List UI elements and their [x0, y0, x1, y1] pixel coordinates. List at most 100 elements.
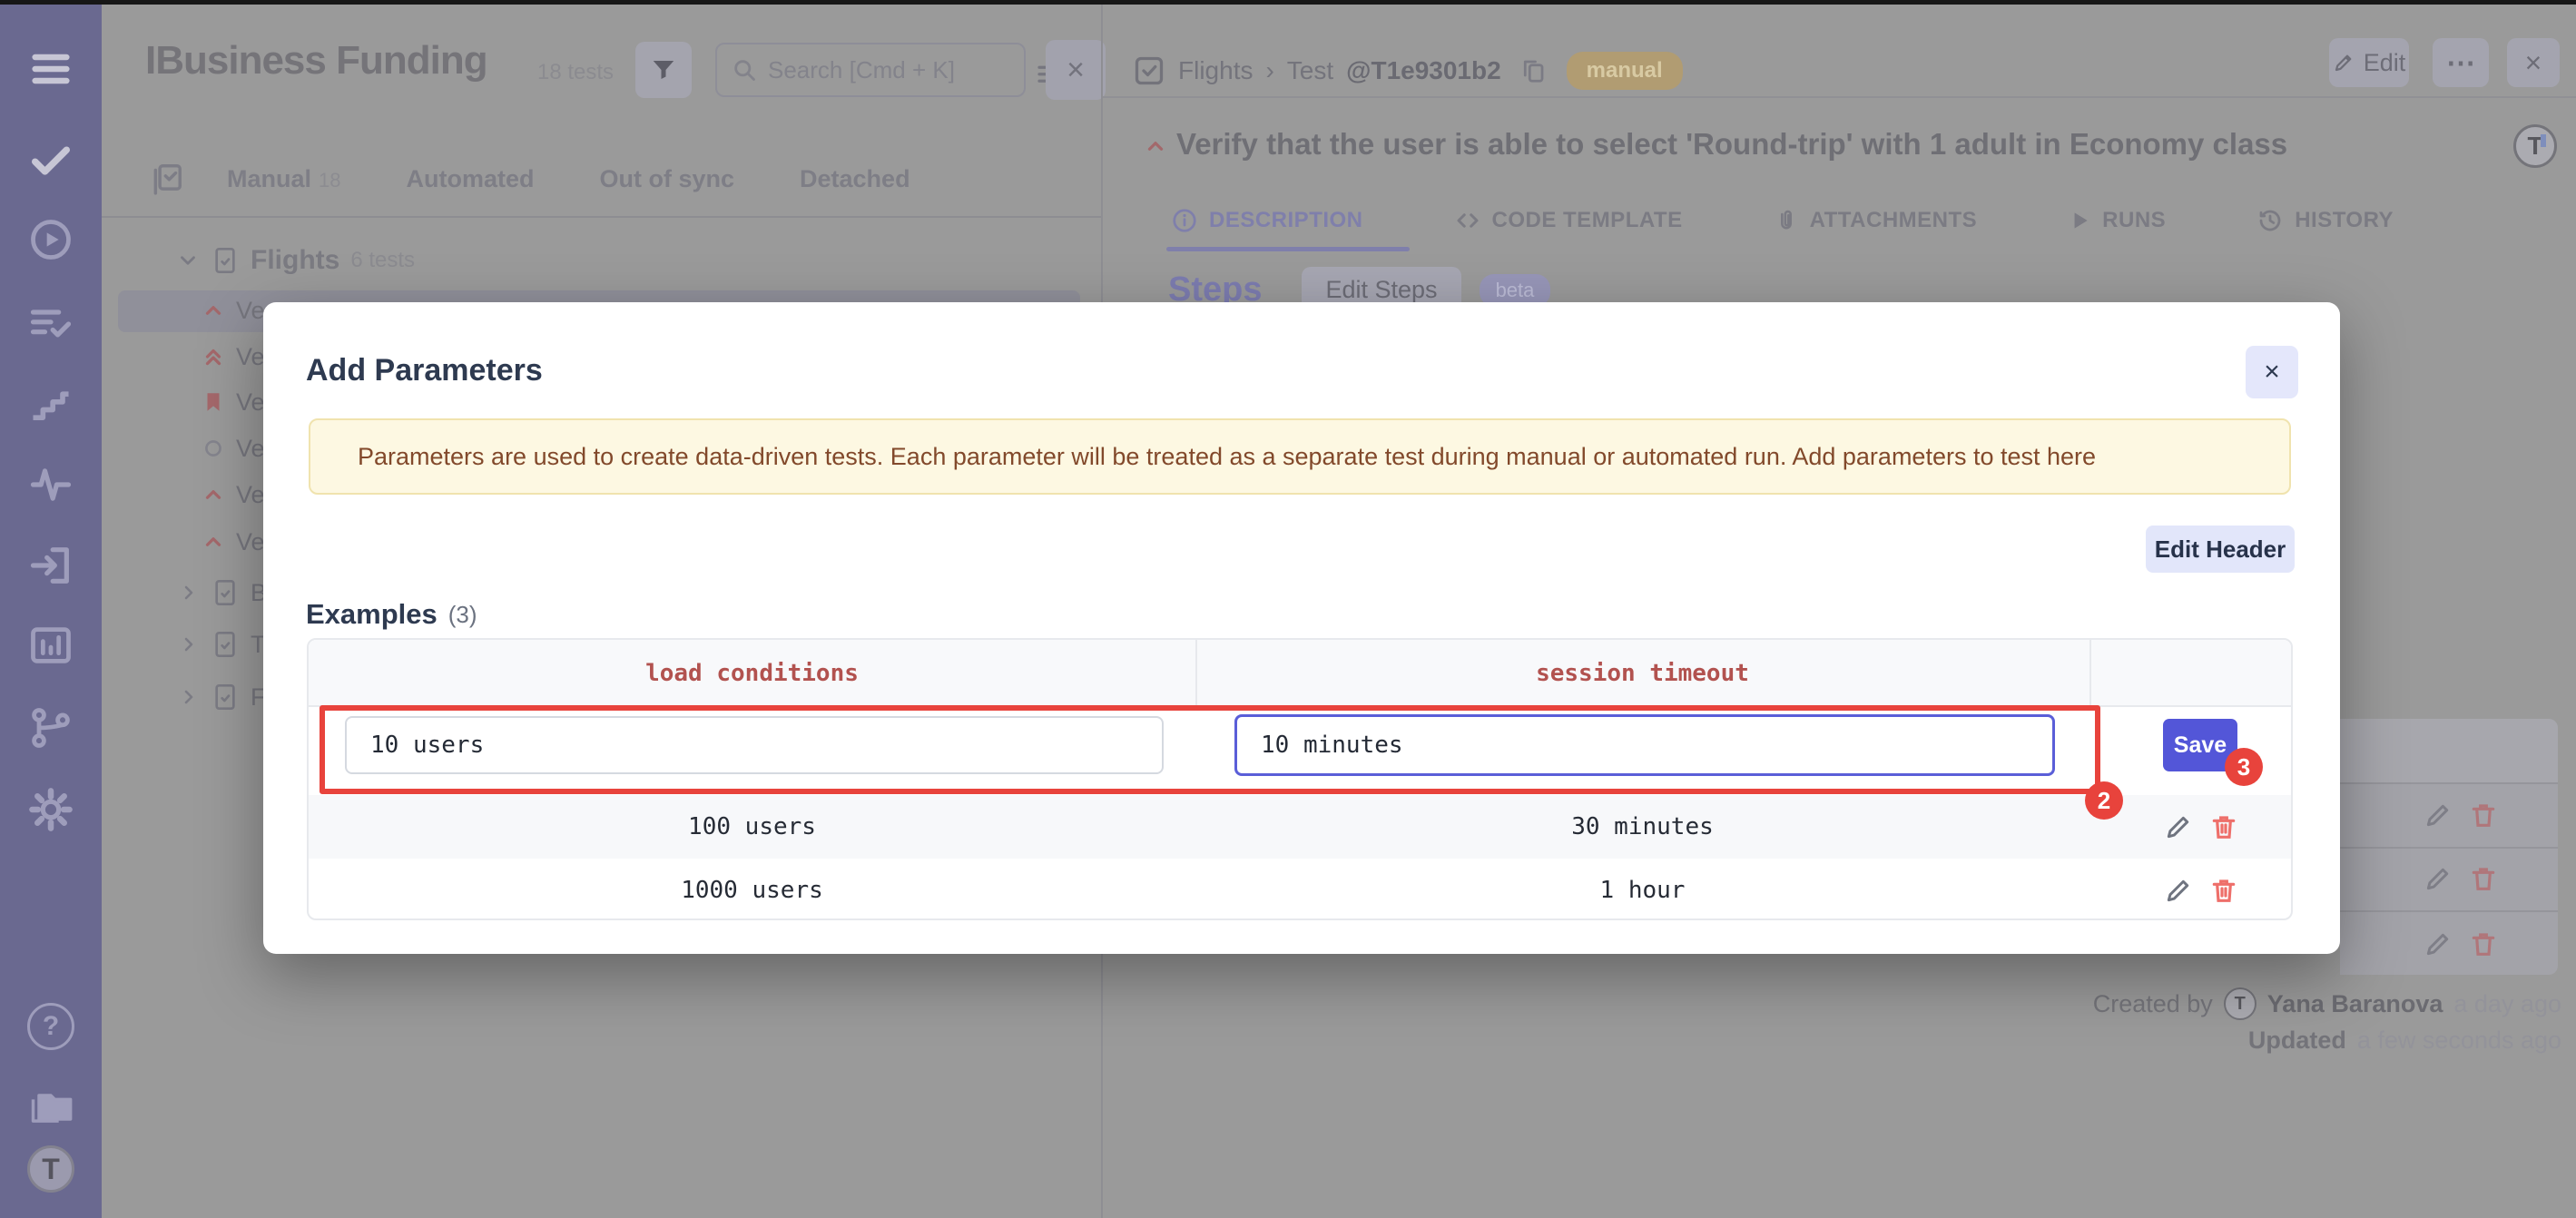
runs-play-icon[interactable] [27, 216, 74, 263]
help-question-icon[interactable]: ? [27, 1003, 74, 1050]
tab-attachments[interactable]: ATTACHMENTS [1774, 208, 1978, 233]
chevron-right-icon[interactable] [178, 686, 200, 708]
tab-count: 18 [319, 168, 341, 192]
save-label: Save [2173, 732, 2227, 758]
copy-icon[interactable] [1519, 57, 1547, 84]
edit-row-icon[interactable] [2164, 812, 2193, 841]
tab-history[interactable]: HISTORY [2256, 207, 2394, 234]
tab-automated[interactable]: Automated [407, 165, 535, 193]
filter-button[interactable] [635, 42, 692, 98]
tab-label: RUNS [2102, 208, 2167, 232]
search-input[interactable] [768, 55, 995, 84]
import-login-icon[interactable] [27, 542, 74, 589]
row-separator [2340, 847, 2558, 849]
type-badge: manual [1566, 52, 1683, 90]
cell-session-timeout: 1 hour [1599, 877, 1686, 904]
testomat-logo[interactable]: T [27, 1145, 74, 1193]
chevron-right-icon[interactable] [178, 634, 200, 655]
edit-test-button[interactable]: Edit [2329, 38, 2409, 87]
tabs-divider [102, 216, 1101, 218]
examples-heading: Examples (3) [306, 598, 477, 631]
branches-git-icon[interactable] [27, 704, 74, 751]
breadcrumb-suite[interactable]: Flights [1178, 56, 1253, 85]
add-parameters-modal: Add Parameters × Parameters are used to … [263, 302, 2340, 954]
bookmark-icon [207, 393, 220, 411]
edit-row-icon[interactable] [2424, 801, 2453, 830]
ellipsis-icon: ⋯ [2446, 46, 2475, 79]
tab-runs[interactable]: RUNS [2068, 208, 2166, 233]
info-icon [1173, 209, 1196, 232]
folder-count: 6 tests [350, 248, 416, 272]
tab-label: Out of sync [599, 164, 735, 192]
tree-test-item[interactable]: Ver [202, 334, 273, 379]
search-icon [734, 60, 755, 81]
close-icon: × [2524, 45, 2542, 79]
chevron-down-icon[interactable] [176, 249, 200, 272]
tree-test-item[interactable]: Ver [202, 472, 273, 517]
breadcrumb: Flights › Test @T1e9301b2 manual [1133, 51, 1683, 91]
analytics-pulse-icon[interactable] [27, 461, 74, 508]
column-header: session timeout [1536, 660, 1749, 687]
projects-folders-icon[interactable] [27, 1084, 74, 1131]
clear-search-button[interactable]: × [1046, 40, 1106, 100]
search-box [715, 43, 1026, 97]
tree-test-item[interactable]: Ver [202, 288, 273, 333]
tree-folder-flights[interactable]: Flights 6 tests [176, 238, 415, 283]
tree-test-item[interactable]: Ver [202, 379, 273, 425]
code-icon [1457, 213, 1479, 228]
breadcrumb-item: Test [1286, 56, 1334, 84]
annotation-badge-2: 2 [2085, 781, 2123, 820]
created-time: a day ago [2453, 989, 2561, 1017]
more-actions-button[interactable]: ⋯ [2433, 38, 2489, 87]
steps-stairs-icon[interactable] [27, 380, 74, 427]
logo-letter: T [42, 1152, 60, 1185]
window-top-edge [0, 0, 2576, 5]
tab-label: HISTORY [2295, 208, 2394, 232]
tab-out-of-sync[interactable]: Out of sync [600, 165, 735, 193]
tests-check-icon[interactable] [27, 136, 74, 183]
test-detail-pane: Flights › Test @T1e9301b2 manual Edit ⋯ … [0, 0, 2576, 1054]
bulk-select-icon[interactable] [150, 162, 184, 196]
background-table-header [2340, 719, 2558, 782]
delete-row-icon[interactable] [2469, 929, 2498, 958]
info-banner: Parameters are used to create data-drive… [309, 418, 2291, 495]
suite-doc-icon [215, 632, 235, 657]
tree-test-item[interactable]: Ver [202, 519, 273, 565]
delete-row-icon[interactable] [2209, 812, 2238, 841]
delete-row-icon[interactable] [2209, 876, 2238, 905]
tab-description[interactable]: DESCRIPTION [1171, 207, 1363, 234]
test-plans-list-icon[interactable] [27, 300, 74, 348]
close-test-button[interactable]: × [2507, 38, 2560, 87]
created-by-line: Created by T Yana Baranova a day ago [2093, 986, 2561, 1022]
active-tab-underline [1166, 247, 1410, 251]
tab-detached[interactable]: Detached [800, 165, 910, 193]
row-separator [2340, 782, 2558, 784]
edit-row-icon[interactable] [2424, 929, 2453, 958]
load-conditions-input[interactable] [345, 716, 1164, 774]
hamburger-menu-icon[interactable] [27, 45, 74, 93]
tests-count: 18 tests [537, 60, 615, 84]
modal-close-button[interactable]: × [2246, 346, 2298, 398]
delete-row-icon[interactable] [2469, 864, 2498, 893]
row-separator [2340, 910, 2558, 912]
tab-manual[interactable]: Manual 18 [227, 165, 341, 193]
session-timeout-input[interactable] [1234, 714, 2055, 776]
test-id: @T1e9301b2 [1346, 56, 1501, 84]
edit-row-icon[interactable] [2164, 876, 2193, 905]
settings-gear-icon[interactable] [27, 786, 74, 833]
assignee-avatar[interactable]: T [2513, 124, 2557, 168]
suite-doc-icon [215, 248, 235, 273]
tree-test-item[interactable]: Ver [202, 426, 273, 471]
updated-label: Updated [2247, 1026, 2346, 1054]
tab-code-template[interactable]: CODE TEMPLATE [1454, 207, 1683, 234]
badge-number: 2 [2097, 786, 2111, 814]
cell-load-conditions: 1000 users [681, 877, 823, 904]
delete-row-icon[interactable] [2469, 801, 2498, 830]
reports-chart-icon[interactable] [27, 622, 74, 669]
edit-row-icon[interactable] [2424, 864, 2453, 893]
tree-suite-item[interactable]: Tr [178, 622, 272, 667]
chevron-right-icon[interactable] [178, 582, 200, 604]
updated-line: Updated a few seconds ago [2248, 1024, 2561, 1056]
annotation-badge-3: 3 [2225, 748, 2263, 786]
edit-header-button[interactable]: Edit Header [2146, 526, 2295, 573]
